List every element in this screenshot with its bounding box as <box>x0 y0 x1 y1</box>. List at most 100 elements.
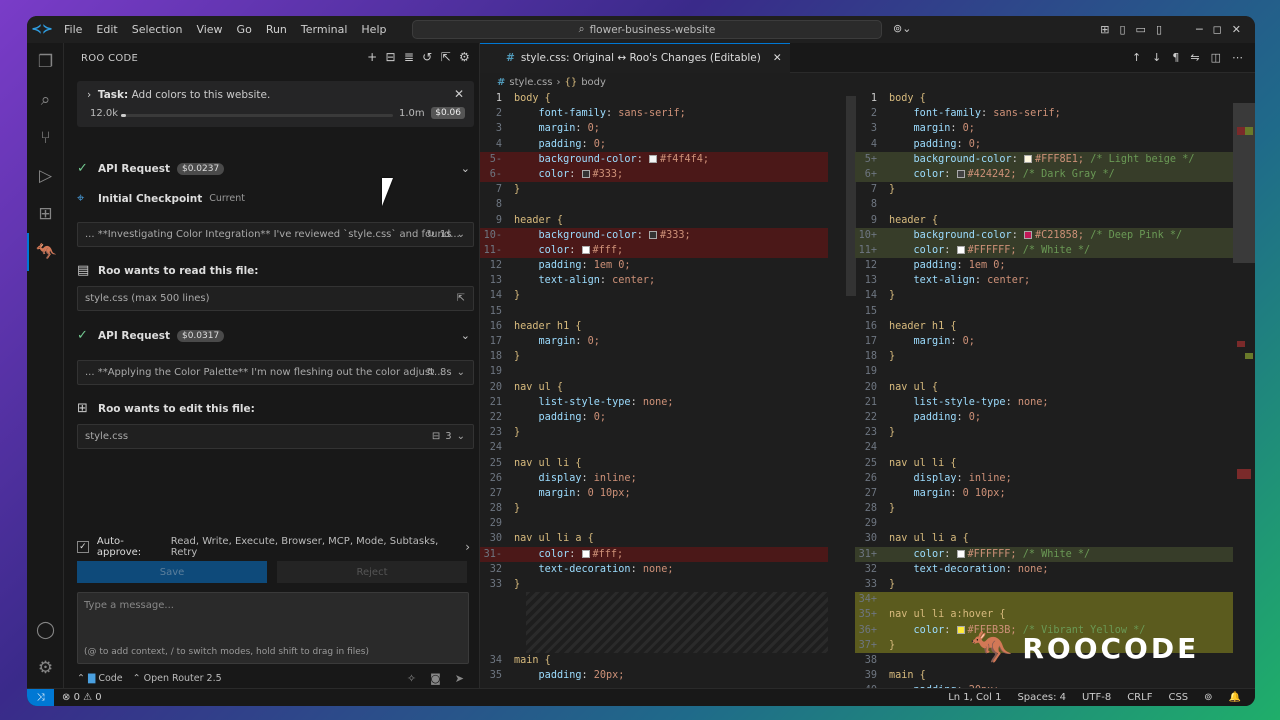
previous-change-icon[interactable]: ↑ <box>1132 51 1141 64</box>
menu-run[interactable]: Run <box>259 23 294 36</box>
mcp-servers-icon[interactable]: ⊟ <box>386 50 396 64</box>
line-number: 13 <box>489 275 502 287</box>
chevron-down-icon[interactable]: ⌄ <box>457 367 465 378</box>
toggle-sidebar-icon[interactable]: ▯ <box>1119 23 1125 36</box>
toggle-panel-icon[interactable]: ▭ <box>1136 23 1146 36</box>
language-mode[interactable]: CSS <box>1168 692 1188 703</box>
reasoning-box-2[interactable]: ... **Applying the Color Palette** I'm n… <box>77 360 474 385</box>
minimize-icon[interactable]: ─ <box>1196 23 1203 36</box>
chevron-right-icon[interactable]: › <box>87 89 91 101</box>
code-line: 17 margin: 0; <box>480 334 828 349</box>
edit-file-box[interactable]: style.css ⊟ 3 ⌄ <box>77 424 474 449</box>
api-request-row-1[interactable]: ✓ API Request $0.0237 ⌄ <box>77 161 474 176</box>
task-label: Task: <box>97 89 129 101</box>
line-number: 24 <box>864 442 877 454</box>
api-request-row-2[interactable]: ✓ API Request $0.0317 ⌄ <box>77 328 474 343</box>
source-control-icon[interactable]: ⑂ <box>27 119 64 157</box>
layout-icon[interactable]: ⊞ <box>1100 23 1109 36</box>
new-task-plus-icon[interactable]: + <box>367 50 377 64</box>
code-line: 31- color: #fff; <box>480 546 828 562</box>
diff-overview-ruler[interactable] <box>1233 91 1255 688</box>
whitespace-icon[interactable]: ¶ <box>1172 51 1179 64</box>
check-icon: ✓ <box>77 161 88 176</box>
run-debug-icon[interactable]: ▷ <box>27 157 64 195</box>
menu-terminal[interactable]: Terminal <box>294 23 355 36</box>
more-actions-icon[interactable]: ⋯ <box>1232 51 1243 64</box>
modified-code-pane[interactable]: 1 body {2 font-family: sans-serif; 3 margi… <box>855 91 1233 688</box>
line-ending[interactable]: CRLF <box>1127 692 1152 703</box>
chevron-down-icon[interactable]: ⌄ <box>457 431 465 442</box>
copilot-status-icon[interactable]: ⊚ <box>1204 692 1212 703</box>
css-value: #C21858; <box>1034 229 1085 241</box>
original-code-pane[interactable]: 1 body {2 font-family: sans-serif; 3 margi… <box>480 91 828 688</box>
problems-indicator[interactable]: ⊗ 0 ⚠ 0 <box>62 692 102 703</box>
camera-icon[interactable]: ◙ <box>430 672 441 685</box>
tab-diff[interactable]: # style.css: Original ↔ Roo's Changes (E… <box>480 42 790 73</box>
code-line: 39 main { <box>855 668 1233 683</box>
task-cost-badge: $0.06 <box>431 107 465 119</box>
checkpoint-row[interactable]: ⌖ Initial Checkpoint Current <box>77 191 474 206</box>
split-editor-icon[interactable]: ◫ <box>1211 51 1221 64</box>
task-header[interactable]: › Task: Add colors to this website. ✕ 12… <box>77 81 474 127</box>
menu-file[interactable]: File <box>57 23 89 36</box>
code-line: 32 text-decoration: none; <box>480 562 828 577</box>
color-swatch <box>581 245 590 254</box>
chevron-down-icon[interactable]: ⌄ <box>457 229 465 240</box>
extensions-icon[interactable]: ⊞ <box>27 195 64 233</box>
chevron-down-icon[interactable]: ⌄ <box>461 329 470 342</box>
overview-marker <box>1245 353 1253 359</box>
close-tab-icon[interactable]: ✕ <box>773 52 782 64</box>
history-icon[interactable]: ↺ <box>422 50 432 64</box>
menu-help[interactable]: Help <box>354 23 393 36</box>
send-icon[interactable]: ➤ <box>455 672 464 685</box>
message-input[interactable]: Type a message... (@ to add context, / t… <box>77 592 469 664</box>
code-line: 14} <box>480 288 828 303</box>
explorer-icon[interactable]: ❐ <box>27 43 64 81</box>
popout-icon[interactable]: ⇱ <box>441 50 451 64</box>
notifications-bell-icon[interactable]: 🔔 <box>1229 692 1241 703</box>
settings-icon[interactable]: ⚙ <box>459 50 470 64</box>
save-button[interactable]: Save <box>77 561 267 583</box>
close-window-icon[interactable]: ✕ <box>1232 23 1241 36</box>
line-number: 19 <box>864 366 877 378</box>
css-property: background-color <box>538 229 637 241</box>
cursor-position[interactable]: Ln 1, Col 1 <box>948 692 1001 703</box>
line-number: 9 <box>870 214 877 226</box>
breadcrumb-file[interactable]: style.css <box>509 77 552 88</box>
inline-diff-icon[interactable]: ⇋ <box>1190 51 1199 64</box>
roo-code-kangaroo-icon[interactable]: 🦘 <box>27 233 64 271</box>
next-change-icon[interactable]: ↓ <box>1152 51 1161 64</box>
enhance-prompt-sparkle-icon[interactable]: ✧ <box>407 672 416 685</box>
copilot-icon[interactable]: ⊚⌄ <box>893 22 911 35</box>
auto-approve-row[interactable]: ✓ Auto-approve: Read, Write, Execute, Br… <box>77 536 474 558</box>
mode-selector[interactable]: ⌃ ▇ Code <box>77 673 123 684</box>
chevron-down-icon[interactable]: ⌄ <box>461 162 470 175</box>
account-icon[interactable]: ◯ <box>27 620 64 640</box>
auto-approve-checkbox[interactable]: ✓ <box>77 541 89 553</box>
reasoning-box-1[interactable]: ... **Investigating Color Integration** … <box>77 222 474 247</box>
menu-edit[interactable]: Edit <box>89 23 124 36</box>
settings-gear-icon[interactable]: ⚙ <box>27 658 64 678</box>
close-task-icon[interactable]: ✕ <box>454 87 464 101</box>
toggle-secondary-sidebar-icon[interactable]: ▯ <box>1156 23 1162 36</box>
breadcrumb-symbol[interactable]: body <box>581 77 606 88</box>
indentation[interactable]: Spaces: 4 <box>1017 692 1066 703</box>
search-view-icon[interactable]: ⌕ <box>27 81 64 119</box>
chevron-right-icon[interactable]: › <box>465 540 474 554</box>
provider-selector[interactable]: ⌃ Open Router 2.5 <box>133 673 222 684</box>
code-line: 28} <box>480 501 828 516</box>
remote-icon[interactable]: ⤨ <box>27 688 54 706</box>
read-file-box[interactable]: style.css (max 500 lines) ⇱ <box>77 286 474 311</box>
encoding[interactable]: UTF-8 <box>1082 692 1111 703</box>
prompts-icon[interactable]: ≣ <box>404 50 414 64</box>
menu-selection[interactable]: Selection <box>125 23 190 36</box>
reject-button[interactable]: Reject <box>277 561 467 583</box>
open-external-icon[interactable]: ⇱ <box>457 293 465 304</box>
command-center-search[interactable]: ⌕ flower-business-website <box>412 20 882 39</box>
menu-go[interactable]: Go <box>230 23 259 36</box>
maximize-icon[interactable]: ◻ <box>1213 23 1222 36</box>
code-line: 4 padding: 0; <box>855 137 1233 152</box>
message-hint: (@ to add context, / to switch modes, ho… <box>84 647 369 657</box>
menu-view[interactable]: View <box>189 23 229 36</box>
